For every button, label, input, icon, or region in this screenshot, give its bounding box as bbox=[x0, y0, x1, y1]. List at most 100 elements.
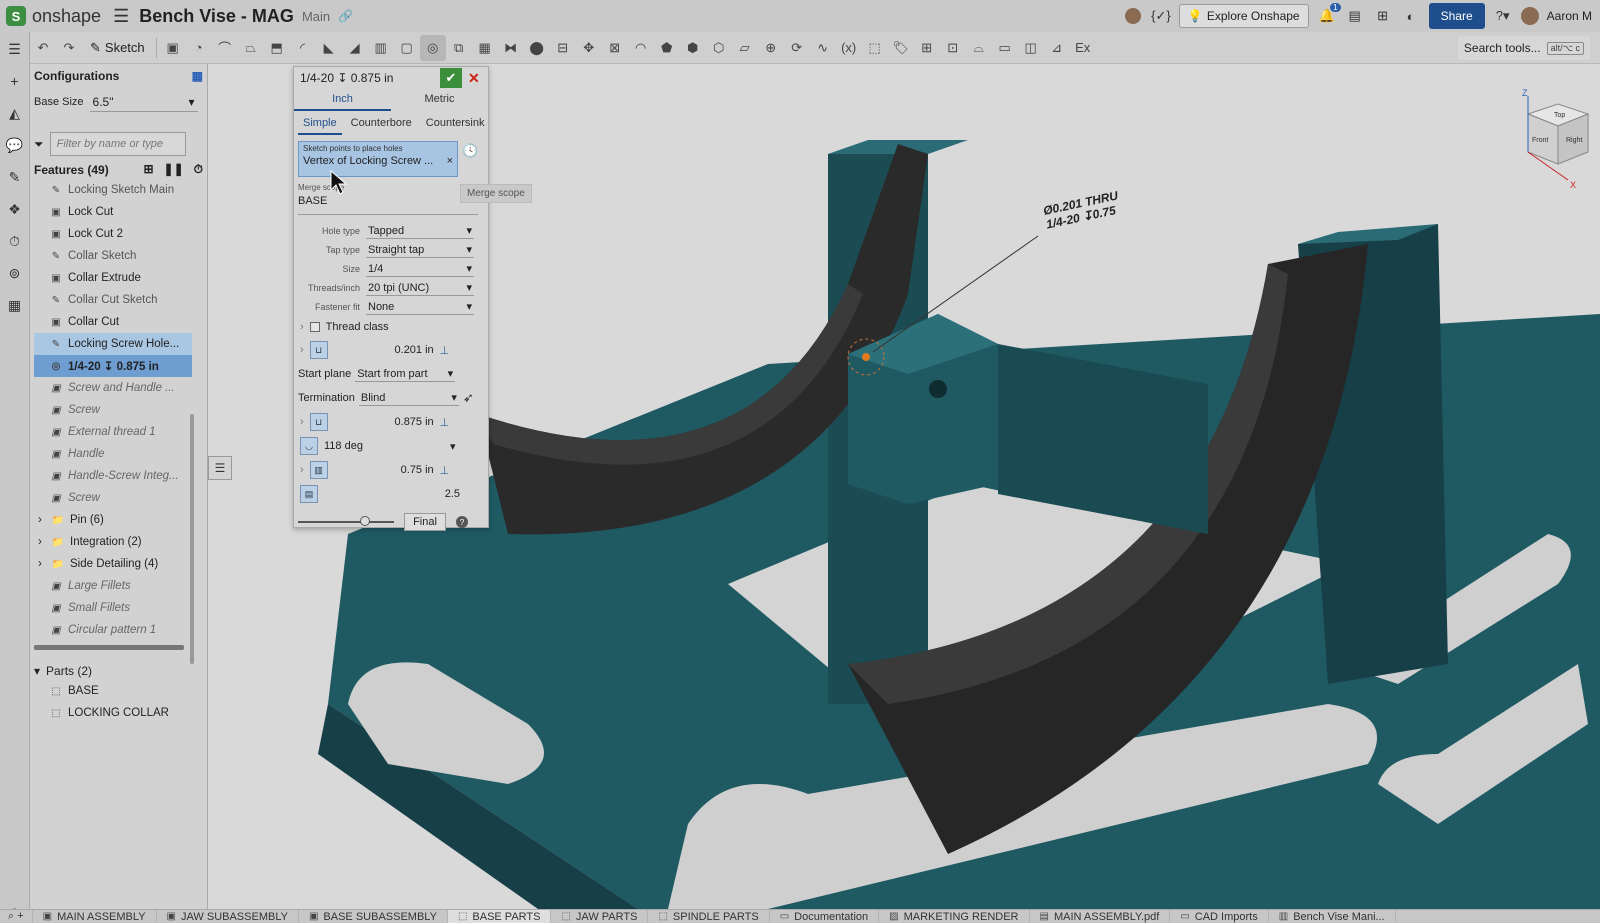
feature-item[interactable]: ▣ Collar Cut bbox=[34, 311, 192, 333]
feature-item[interactable]: ▣ Large Fillets bbox=[34, 575, 192, 597]
pause-icon[interactable]: ❚❚ bbox=[164, 162, 184, 177]
add-folder-icon[interactable]: ⊞ bbox=[143, 162, 153, 177]
document-tab[interactable]: ▣ BASE SUBASSEMBLY bbox=[299, 910, 448, 923]
move-face-icon[interactable]: ⬟ bbox=[654, 35, 680, 61]
base-size-select[interactable]: 6.5" ▾ bbox=[89, 92, 198, 112]
preview-slider[interactable] bbox=[298, 516, 394, 526]
sweep-icon[interactable]: ⌒ bbox=[212, 35, 238, 61]
tab-counterbore[interactable]: Counterbore bbox=[346, 113, 417, 135]
shell-icon[interactable]: ▢ bbox=[394, 35, 420, 61]
slider-knob[interactable] bbox=[360, 516, 370, 526]
delete-part-icon[interactable]: ⊠ bbox=[602, 35, 628, 61]
notes-icon[interactable]: ✎ bbox=[4, 166, 26, 188]
share-button[interactable]: Share bbox=[1428, 3, 1485, 29]
chevron-down-icon[interactable]: ▾ bbox=[450, 440, 456, 453]
feature-item[interactable]: ▣ Handle-Screw Integ... bbox=[34, 465, 192, 487]
hole-location-point[interactable] bbox=[862, 353, 870, 361]
document-tab[interactable]: ▭ Documentation bbox=[770, 910, 880, 923]
modify-fillet-icon[interactable]: ◠ bbox=[628, 35, 654, 61]
start-plane-select[interactable]: Start from part ▾ bbox=[355, 366, 456, 382]
helix-icon[interactable]: ⟳ bbox=[784, 35, 810, 61]
variable-tool-icon[interactable]: (x) bbox=[836, 35, 862, 61]
split-icon[interactable]: ⊟ bbox=[550, 35, 576, 61]
thread-icon[interactable]: ⧉ bbox=[446, 35, 472, 61]
notifications-icon[interactable]: 🔔 1 bbox=[1317, 3, 1341, 26]
link-icon[interactable]: 🔗 bbox=[338, 9, 353, 23]
sketch-button[interactable]: ✎ Sketch bbox=[82, 35, 153, 61]
document-tab[interactable]: ▭ CAD Imports bbox=[1170, 910, 1269, 923]
tab-inch[interactable]: Inch bbox=[294, 89, 391, 111]
feature-scrollbar[interactable] bbox=[190, 414, 194, 664]
feature-item[interactable]: ▣ Screw and Handle ... bbox=[34, 377, 192, 399]
remove-selection-icon[interactable]: × bbox=[447, 155, 453, 167]
feature-item[interactable]: ▣ Lock Cut 2 bbox=[34, 223, 192, 245]
variable-icon[interactable]: {✓} bbox=[1151, 6, 1171, 26]
feature-item[interactable]: ▣ Small Fillets bbox=[34, 597, 192, 619]
feature-item[interactable]: ▣ Lock Cut bbox=[34, 201, 192, 223]
feature-item[interactable]: ✎ Locking Screw Hole... bbox=[34, 333, 192, 355]
depth-value[interactable]: 0.875 in bbox=[334, 416, 434, 428]
onshape-logo[interactable]: S onshape bbox=[6, 6, 101, 27]
chevron-right-icon[interactable]: › bbox=[38, 514, 46, 526]
search-tools[interactable]: Search tools... alt/⌥ c bbox=[1457, 36, 1590, 60]
undo-icon[interactable]: ↶ bbox=[30, 35, 56, 61]
document-tab[interactable]: ▨ MARKETING RENDER bbox=[879, 910, 1030, 923]
configuration-table-icon[interactable]: ▦ bbox=[192, 69, 203, 83]
draft-icon[interactable]: ◢ bbox=[342, 35, 368, 61]
boolean-icon[interactable]: ⬤ bbox=[524, 35, 550, 61]
appearance-icon[interactable]: ◭ bbox=[4, 102, 26, 124]
extrude-icon[interactable]: ▣ bbox=[160, 35, 186, 61]
close-icon[interactable]: ✕ bbox=[468, 70, 482, 87]
tab-metric[interactable]: Metric bbox=[391, 89, 488, 111]
menu-icon[interactable]: ☰ bbox=[113, 6, 129, 27]
app-store-icon[interactable]: ⊞ bbox=[1373, 6, 1393, 26]
feature-item[interactable]: ▣ External thread 1 bbox=[34, 421, 192, 443]
document-tab[interactable]: ▣ JAW SUBASSEMBLY bbox=[157, 910, 299, 923]
hole-icon[interactable]: ◎ bbox=[419, 34, 446, 61]
replace-face-icon[interactable]: ⬢ bbox=[680, 35, 706, 61]
wrap-icon[interactable]: ▭ bbox=[992, 35, 1018, 61]
section-view-icon[interactable]: ◫ bbox=[1018, 35, 1044, 61]
tapped-depth-value[interactable]: 0.75 in bbox=[334, 464, 434, 476]
help-icon[interactable]: ? bbox=[456, 516, 468, 528]
hole-dialog-title[interactable]: 1/4-20 ↧ 0.875 in bbox=[300, 71, 393, 85]
plane-icon[interactable]: ▱ bbox=[732, 35, 758, 61]
feature-item[interactable]: ✎ Collar Sketch bbox=[34, 245, 192, 267]
redo-icon[interactable]: ↷ bbox=[56, 35, 82, 61]
document-tab[interactable]: ⬚ BASE PARTS bbox=[447, 910, 552, 923]
globe-icon[interactable]: ◐ bbox=[1401, 6, 1421, 26]
document-tab[interactable]: ▥ Bench Vise Mani... bbox=[1269, 910, 1396, 923]
add-feature-icon[interactable]: + bbox=[4, 70, 26, 92]
size-select[interactable]: 1/4 ▾ bbox=[366, 261, 474, 277]
chevron-right-icon[interactable]: › bbox=[38, 558, 46, 570]
pattern-icon[interactable]: ▦ bbox=[472, 35, 498, 61]
clock-icon[interactable]: 🕓 bbox=[462, 143, 478, 159]
feature-item[interactable]: ▣ Circular pattern 1 bbox=[34, 619, 192, 641]
part-item[interactable]: ⬚ LOCKING COLLAR bbox=[30, 702, 188, 724]
thread-class-checkbox[interactable] bbox=[309, 322, 320, 332]
feature-list-icon[interactable]: ☰ bbox=[4, 38, 26, 60]
mirror-icon[interactable]: ⧓ bbox=[498, 35, 524, 61]
measure-icon[interactable]: ⊥ bbox=[440, 464, 450, 477]
user-name[interactable]: Aaron M bbox=[1547, 9, 1592, 23]
inspect-icon[interactable]: ⊚ bbox=[4, 262, 26, 284]
comments-icon[interactable]: 💬 bbox=[4, 134, 26, 156]
flip-direction-icon[interactable]: ➶ bbox=[463, 390, 474, 406]
accept-icon[interactable]: ✔ bbox=[440, 68, 462, 88]
custom-feature-icon[interactable]: Ex bbox=[1070, 35, 1096, 61]
user-avatar[interactable] bbox=[1520, 7, 1539, 25]
chevron-right-icon[interactable]: › bbox=[300, 416, 304, 428]
tap-drill-value[interactable]: 0.201 in bbox=[334, 344, 434, 356]
sheet-metal-icon[interactable]: ⬚ bbox=[862, 35, 888, 61]
tip-angle-value[interactable]: 118 deg bbox=[324, 440, 444, 452]
fastener-fit-select[interactable]: None ▾ bbox=[366, 299, 474, 315]
chevron-right-icon[interactable]: › bbox=[38, 536, 46, 548]
document-tab[interactable]: ⬚ SPINDLE PARTS bbox=[648, 910, 770, 923]
document-icon[interactable]: ▤ bbox=[1345, 6, 1365, 26]
measure-icon[interactable]: ⊥ bbox=[440, 344, 450, 357]
revolve-icon[interactable]: ◔ bbox=[186, 35, 212, 61]
loft-icon[interactable]: ⏢ bbox=[238, 35, 264, 61]
hole-type-select[interactable]: Tapped ▾ bbox=[366, 223, 474, 239]
feature-item[interactable]: ▣ Screw bbox=[34, 487, 192, 509]
frame-icon[interactable]: ⊞ bbox=[914, 35, 940, 61]
